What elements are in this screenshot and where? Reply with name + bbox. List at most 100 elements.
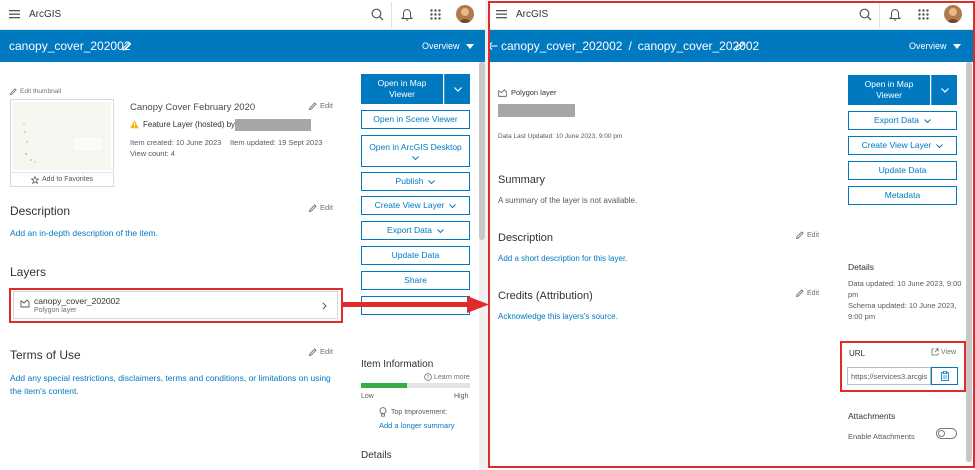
- separator: [391, 2, 392, 28]
- open-scene-viewer-button[interactable]: Open in Scene Viewer: [361, 110, 470, 129]
- thumbnail-image[interactable]: [13, 102, 111, 170]
- copy-url-button[interactable]: [931, 367, 958, 385]
- avatar[interactable]: [944, 5, 962, 23]
- avatar[interactable]: [456, 5, 474, 23]
- edit-thumbnail-label: Edit thumbnail: [20, 88, 62, 95]
- enable-attachments-label: Enable Attachments: [848, 432, 915, 441]
- layer-list-item[interactable]: canopy_cover_202002 Polygon layer: [13, 291, 338, 319]
- summary-text: A summary of the layer is not available.: [498, 196, 638, 205]
- edit-label: Edit: [807, 289, 820, 297]
- right-scrollbar[interactable]: [966, 62, 972, 462]
- create-view-layer-button[interactable]: Create View Layer: [848, 136, 957, 155]
- top-bar: ArcGIS: [0, 0, 485, 30]
- pencil-icon: [309, 101, 317, 110]
- chevron-down-icon: [412, 155, 419, 160]
- edit-label: Edit: [320, 347, 333, 356]
- update-data-button[interactable]: Update Data: [361, 246, 470, 265]
- edit-description-button[interactable]: Edit: [796, 231, 819, 239]
- open-map-viewer-label: Open in Map Viewer: [377, 77, 427, 99]
- layer-type-row: Polygon layer: [498, 88, 556, 97]
- item-updated: Item updated: 19 Sept 2023: [230, 138, 323, 147]
- bell-icon[interactable]: [401, 8, 413, 21]
- feature-layer-row: Feature Layer (hosted) by: [130, 120, 235, 129]
- lightbulb-icon: [379, 407, 387, 417]
- breadcrumb-parent[interactable]: canopy_cover_202002: [501, 39, 622, 53]
- warning-icon: [130, 120, 139, 129]
- publish-button[interactable]: Publish: [361, 172, 470, 191]
- back-arrow-icon[interactable]: [488, 42, 498, 50]
- layer-type: Polygon layer: [34, 307, 77, 314]
- right-scrollbar-thumb[interactable]: [966, 62, 972, 462]
- item-information-heading: Item Information: [361, 359, 434, 370]
- export-data-button[interactable]: Export Data: [848, 111, 957, 130]
- data-updated: Data updated: 10 June 2023, 9:00 pm: [848, 279, 962, 299]
- attachments-heading: Attachments: [848, 411, 896, 421]
- description-heading: Description: [498, 232, 554, 244]
- create-view-layer-button[interactable]: Create View Layer: [361, 196, 470, 215]
- description-link[interactable]: Add an in-depth description of the item.: [10, 228, 158, 238]
- breadcrumb: canopy_cover_202002 / canopy_cover_20200…: [501, 39, 759, 53]
- bell-icon[interactable]: [889, 8, 901, 21]
- description-link[interactable]: Add a short description for this layer.: [498, 254, 627, 263]
- overview-dropdown[interactable]: Overview: [422, 41, 474, 51]
- export-data-button[interactable]: Export Data: [361, 221, 470, 240]
- pencil-icon[interactable]: [122, 41, 132, 51]
- polygon-layer-icon: [20, 299, 30, 308]
- url-field[interactable]: https://services3.arcgis: [847, 367, 931, 385]
- app-name[interactable]: ArcGIS: [29, 9, 61, 20]
- overview-label: Overview: [422, 41, 460, 51]
- breadcrumb-separator: /: [628, 39, 632, 53]
- edit-item-button[interactable]: Edit: [309, 101, 333, 110]
- menu-icon[interactable]: [9, 9, 20, 19]
- terms-link[interactable]: Add any special restrictions, disclaimer…: [10, 372, 340, 398]
- view-url-link[interactable]: View: [931, 348, 956, 356]
- top-bar: ArcGIS: [488, 0, 975, 30]
- item-title: canopy_cover_202002: [9, 39, 131, 53]
- menu-icon[interactable]: [496, 9, 507, 19]
- info-high: High: [454, 393, 469, 400]
- metadata-button[interactable]: Metadata: [848, 186, 957, 205]
- credits-link[interactable]: Acknowledge this layers's source.: [498, 312, 618, 321]
- layer-name: canopy_cover_202002: [34, 296, 121, 306]
- apps-grid-icon[interactable]: [430, 9, 441, 20]
- map-viewer-dropdown-button[interactable]: [444, 74, 470, 104]
- open-desktop-button[interactable]: Open in ArcGIS Desktop: [361, 135, 470, 167]
- edit-thumbnail[interactable]: Edit thumbnail: [10, 88, 61, 95]
- right-pane: ArcGIS canopy_cover_202002 / canopy_cove…: [488, 0, 975, 470]
- details-heading: Details: [848, 262, 874, 272]
- open-map-viewer-button[interactable]: Open in Map Viewer: [361, 74, 443, 104]
- open-map-viewer-button[interactable]: Open in Map Viewer: [848, 75, 930, 105]
- chevron-down-icon: [453, 86, 462, 92]
- add-to-favorites-button[interactable]: Add to Favorites: [11, 172, 113, 186]
- search-icon[interactable]: [859, 8, 872, 21]
- layer-header-bar: canopy_cover_202002 / canopy_cover_20200…: [488, 30, 975, 62]
- info-low: Low: [361, 393, 374, 400]
- svg-text:?: ?: [427, 375, 430, 381]
- polygon-layer-icon: [498, 88, 507, 97]
- credits-heading: Credits (Attribution): [498, 290, 593, 302]
- create-view-layer-label: Create View Layer: [861, 140, 932, 151]
- chevron-down-icon: [924, 118, 931, 123]
- add-longer-summary-link[interactable]: Add a longer summary: [379, 421, 454, 430]
- pencil-icon: [309, 203, 317, 212]
- update-data-button[interactable]: Update Data: [848, 161, 957, 180]
- app-name[interactable]: ArcGIS: [516, 9, 548, 20]
- edit-description-button[interactable]: Edit: [309, 203, 333, 212]
- view-count: View count: 4: [130, 149, 175, 158]
- external-link-icon: [931, 348, 939, 356]
- pencil-icon: [796, 289, 804, 297]
- search-icon[interactable]: [371, 8, 384, 21]
- star-icon: [31, 175, 40, 184]
- overview-dropdown[interactable]: Overview: [909, 41, 961, 51]
- enable-attachments-toggle[interactable]: [936, 428, 957, 439]
- learn-more-link[interactable]: ? Learn more: [424, 373, 470, 381]
- apps-grid-icon[interactable]: [918, 9, 929, 20]
- edit-credits-button[interactable]: Edit: [796, 289, 819, 297]
- edit-terms-button[interactable]: Edit: [309, 347, 333, 356]
- map-viewer-dropdown-button[interactable]: [931, 75, 957, 105]
- pencil-icon[interactable]: [735, 41, 745, 51]
- chevron-down-icon: [428, 179, 436, 184]
- share-button[interactable]: Share: [361, 271, 470, 290]
- pencil-icon: [309, 347, 317, 356]
- right-pane-highlight-box: [488, 1, 975, 468]
